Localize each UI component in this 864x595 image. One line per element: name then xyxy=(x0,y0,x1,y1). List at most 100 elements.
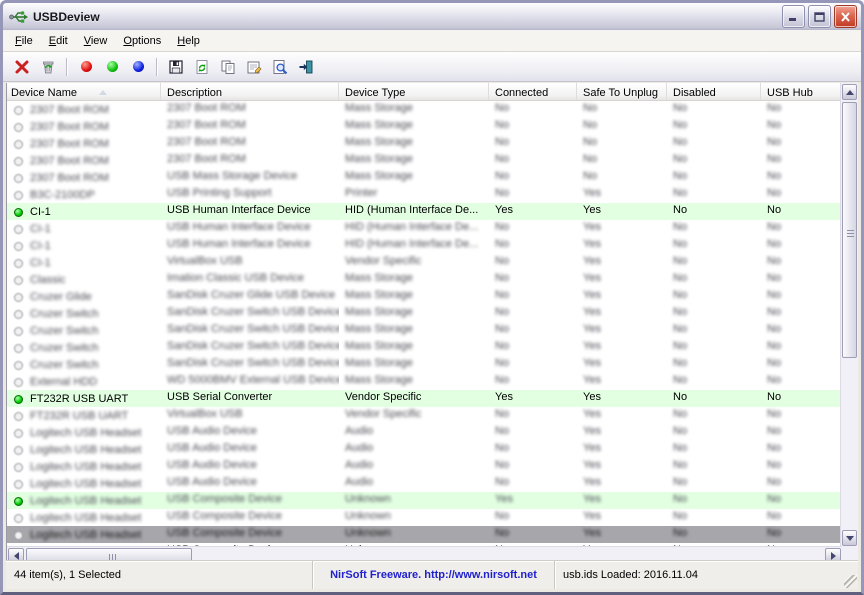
table-row[interactable]: Logitech USB HeadsetUSB Composite Device… xyxy=(7,526,841,543)
device-icon xyxy=(14,174,23,183)
column-header-description[interactable]: Description xyxy=(161,83,339,100)
resize-grip[interactable] xyxy=(844,575,857,588)
table-row[interactable]: Cruzer SwitchSanDisk Cruzer Switch USB D… xyxy=(7,322,841,339)
column-header-row: Device Name Description Device Type Conn… xyxy=(7,83,841,101)
menu-help[interactable]: Help xyxy=(169,33,208,49)
cell-text: No xyxy=(583,119,597,131)
cell-hub: No xyxy=(761,118,841,135)
menu-view[interactable]: View xyxy=(76,33,116,49)
table-row[interactable]: Cruzer SwitchSanDisk Cruzer Switch USB D… xyxy=(7,339,841,356)
column-header-usb-hub[interactable]: USB Hub xyxy=(761,83,841,100)
vertical-scrollbar[interactable] xyxy=(840,83,858,547)
cell-name: B3C-2100DP xyxy=(7,186,161,203)
table-row[interactable]: Logitech USB HeadsetUSB Composite Device… xyxy=(7,492,841,509)
cell-text: Yes xyxy=(583,391,601,403)
column-header-device-name[interactable]: Device Name xyxy=(7,83,161,100)
table-row[interactable]: 2307 Boot ROM2307 Boot ROMMass StorageNo… xyxy=(7,135,841,152)
cell-desc: USB Composite Device xyxy=(161,509,339,526)
cell-text: No xyxy=(673,306,687,318)
refresh-button[interactable] xyxy=(189,54,215,80)
table-row[interactable]: Logitech USB HeadsetUSB Audio DeviceAudi… xyxy=(7,441,841,458)
copy-button[interactable] xyxy=(215,54,241,80)
cell-connected: No xyxy=(489,441,577,458)
red-ball-button[interactable] xyxy=(73,54,99,80)
table-row[interactable]: Logitech USB HeadsetUSB Audio DeviceAudi… xyxy=(7,475,841,492)
scroll-up-button[interactable] xyxy=(842,84,857,100)
uninstall-device-button[interactable] xyxy=(35,54,61,80)
table-row[interactable]: Logitech USB HeadsetUSB Audio DeviceAudi… xyxy=(7,458,841,475)
table-row[interactable]: CI-1USB Human Interface DeviceHID (Human… xyxy=(7,237,841,254)
status-bar: 44 item(s), 1 Selected NirSoft Freeware.… xyxy=(6,560,858,589)
column-header-safe-to-unplug[interactable]: Safe To Unplug xyxy=(577,83,667,100)
cell-type: Mass Storage xyxy=(339,339,489,356)
cell-hub: No xyxy=(761,220,841,237)
menu-edit[interactable]: Edit xyxy=(41,33,76,49)
table-row[interactable]: Cruzer SwitchSanDisk Cruzer Switch USB D… xyxy=(7,305,841,322)
scroll-down-button[interactable] xyxy=(842,530,857,546)
table-row[interactable]: 2307 Boot ROMUSB Mass Storage DeviceMass… xyxy=(7,169,841,186)
table-row[interactable]: Cruzer SwitchSanDisk Cruzer Switch USB D… xyxy=(7,356,841,373)
cell-text: CI-1 xyxy=(30,206,51,218)
cell-connected: No xyxy=(489,152,577,169)
cell-text: Logitech USB Headset xyxy=(30,512,141,524)
cell-hub: No xyxy=(761,373,841,390)
table-row[interactable]: 2307 Boot ROM2307 Boot ROMMass StorageNo… xyxy=(7,101,841,118)
device-icon xyxy=(14,327,23,336)
maximize-button[interactable] xyxy=(808,5,831,28)
title-bar[interactable]: USBDeview xyxy=(3,3,861,30)
cell-name: Logitech USB Headset xyxy=(7,441,161,458)
cell-safe: No xyxy=(577,118,667,135)
table-row[interactable]: 2307 Boot ROM2307 Boot ROMMass StorageNo… xyxy=(7,118,841,135)
table-row[interactable]: Cruzer GlideSanDisk Cruzer Glide USB Dev… xyxy=(7,288,841,305)
cell-name: 2307 Boot ROM xyxy=(7,169,161,186)
close-button[interactable] xyxy=(834,5,857,28)
column-header-connected[interactable]: Connected xyxy=(489,83,577,100)
column-header-disabled[interactable]: Disabled xyxy=(667,83,761,100)
properties-button[interactable] xyxy=(241,54,267,80)
cell-hub: No xyxy=(761,135,841,152)
table-row[interactable]: External HDDWD 5000BMV External USB Devi… xyxy=(7,373,841,390)
table-row[interactable]: ClassicImation Classic USB DeviceMass St… xyxy=(7,271,841,288)
disconnect-device-button[interactable] xyxy=(9,54,35,80)
cell-hub: No xyxy=(761,475,841,492)
cell-text: Vendor Specific xyxy=(345,391,421,403)
cell-disabled: No xyxy=(667,475,761,492)
cell-safe: Yes xyxy=(577,305,667,322)
cell-text: Audio xyxy=(345,459,373,471)
minimize-button[interactable] xyxy=(782,5,805,28)
cell-text: No xyxy=(673,323,687,335)
menu-file[interactable]: File xyxy=(7,33,41,49)
cell-name: CI-1 xyxy=(7,237,161,254)
exit-button[interactable] xyxy=(293,54,319,80)
table-row[interactable]: FT232R USB UARTUSB Serial ConverterVendo… xyxy=(7,390,841,407)
save-button[interactable] xyxy=(163,54,189,80)
cell-type: Mass Storage xyxy=(339,271,489,288)
table-body: 2307 Boot ROM 2307 Boot ROM Mass Storage No… xyxy=(7,101,841,548)
table-row[interactable]: CI-1USB Human Interface DeviceHID (Human… xyxy=(7,203,841,220)
green-ball-button[interactable] xyxy=(99,54,125,80)
status-nirsoft-link[interactable]: NirSoft Freeware. http://www.nirsoft.net xyxy=(313,561,555,589)
cell-text: No xyxy=(767,306,781,318)
table-row[interactable]: 2307 Boot ROM2307 Boot ROMMass StorageNo… xyxy=(7,152,841,169)
cell-desc: VirtualBox USB xyxy=(161,254,339,271)
cell-type: Printer xyxy=(339,186,489,203)
table-row[interactable]: FT232R USB UARTVirtualBox USBVendor Spec… xyxy=(7,407,841,424)
cell-safe: Yes xyxy=(577,288,667,305)
table-row[interactable]: B3C-2100DPUSB Printing SupportPrinterNoY… xyxy=(7,186,841,203)
cell-text: No xyxy=(583,136,597,148)
table-row[interactable]: Logitech USB Headset USB Composite Device… xyxy=(7,509,841,526)
cell-disabled: No xyxy=(667,152,761,169)
menu-options[interactable]: Options xyxy=(115,33,169,49)
column-header-device-type[interactable]: Device Type xyxy=(339,83,489,100)
cell-text: 2307 Boot ROM xyxy=(167,119,246,131)
table-row[interactable]: Logitech USB HeadsetUSB Audio DeviceAudi… xyxy=(7,424,841,441)
blue-ball-button[interactable] xyxy=(125,54,151,80)
refresh-icon xyxy=(194,59,210,75)
table-row[interactable]: CI-1VirtualBox USBVendor SpecificNoYesNo… xyxy=(7,254,841,271)
cell-text: No xyxy=(673,476,687,488)
cell-name: Logitech USB Headset xyxy=(7,458,161,475)
cell-text: Vendor Specific xyxy=(345,255,421,267)
vertical-scroll-thumb[interactable] xyxy=(842,102,857,358)
table-row[interactable]: CI-1USB Human Interface DeviceHID (Human… xyxy=(7,220,841,237)
find-button[interactable] xyxy=(267,54,293,80)
